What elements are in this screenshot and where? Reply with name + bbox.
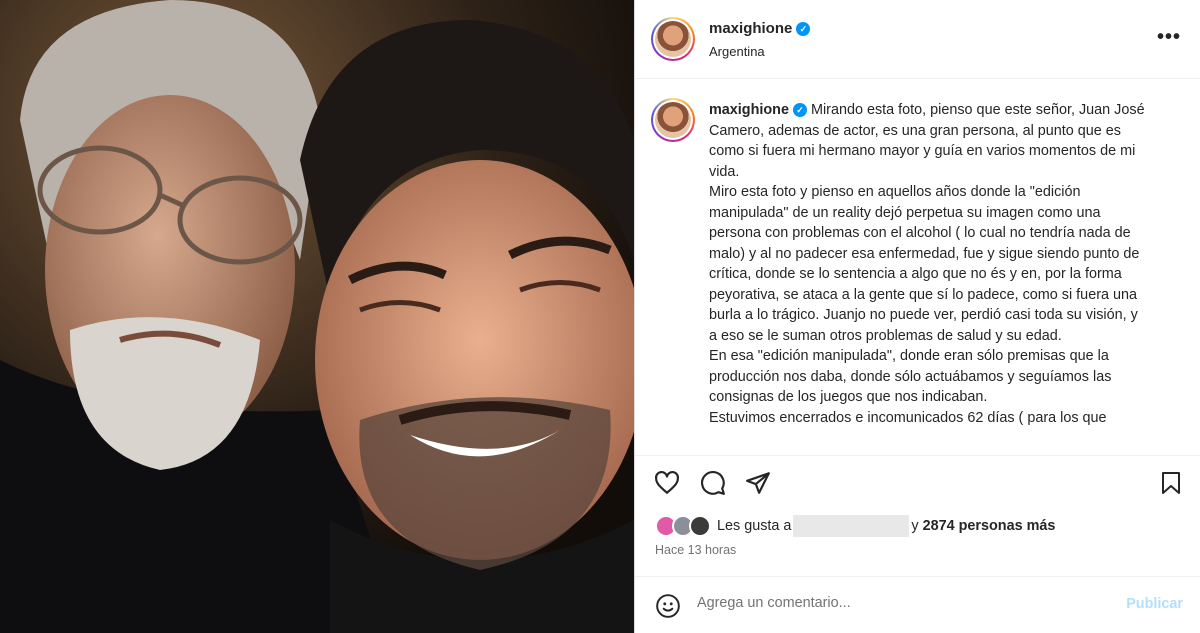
emoji-icon[interactable]: [655, 593, 681, 624]
publish-button[interactable]: Publicar: [1126, 596, 1183, 612]
caption-author-avatar[interactable]: [651, 98, 695, 142]
likes-count[interactable]: 2874 personas más: [923, 518, 1056, 534]
more-horizontal-icon[interactable]: •••: [1157, 26, 1181, 49]
post-photo: [0, 0, 634, 633]
caption-paragraph: Estuvimos encerrados e incomunicados 62 …: [709, 409, 1107, 426]
post-location[interactable]: Argentina: [709, 44, 765, 59]
verified-badge-icon: ✓: [792, 103, 807, 118]
heart-icon[interactable]: [654, 470, 680, 501]
caption-paragraph: En esa "edición manipulada", donde eran …: [709, 348, 1112, 405]
author-username[interactable]: maxighione: [709, 20, 792, 37]
selfie-image: [0, 0, 634, 633]
caption-area[interactable]: maxighione ✓ Mirando esta foto, pienso qu…: [635, 80, 1200, 454]
comment-bar: Publicar: [635, 576, 1200, 633]
liker-avatars: [655, 514, 713, 538]
caption-paragraph: Miro esta foto y pienso en aquellos años…: [709, 184, 1140, 344]
post-time[interactable]: Hace 13 horas: [655, 543, 736, 557]
likes-prefix: Les gusta a: [717, 518, 792, 534]
post-actions: [635, 455, 1200, 510]
author-name-row: maxighione ✓: [709, 20, 811, 38]
post-side-panel: maxighione ✓ Argentina ••• maxighione ✓ Mi…: [634, 0, 1200, 633]
liker-avatar: [689, 515, 711, 537]
bookmark-icon[interactable]: [1159, 470, 1183, 501]
post-header: maxighione ✓ Argentina •••: [635, 0, 1200, 79]
comment-icon[interactable]: [700, 470, 726, 501]
verified-badge-icon: ✓: [796, 21, 811, 36]
blurred-username[interactable]: [793, 515, 910, 537]
likes-summary[interactable]: Les gusta a y 2874 personas más: [655, 513, 1055, 539]
author-avatar[interactable]: [651, 17, 695, 61]
likes-connector: y: [911, 518, 919, 534]
caption-paragraph: maxighione ✓ Mirando esta foto, pienso qu…: [709, 100, 1149, 182]
comment-input[interactable]: [697, 595, 1097, 611]
caption-username[interactable]: maxighione: [709, 102, 789, 118]
post-caption: maxighione ✓ Mirando esta foto, pienso qu…: [709, 100, 1149, 428]
share-icon[interactable]: [745, 470, 771, 501]
